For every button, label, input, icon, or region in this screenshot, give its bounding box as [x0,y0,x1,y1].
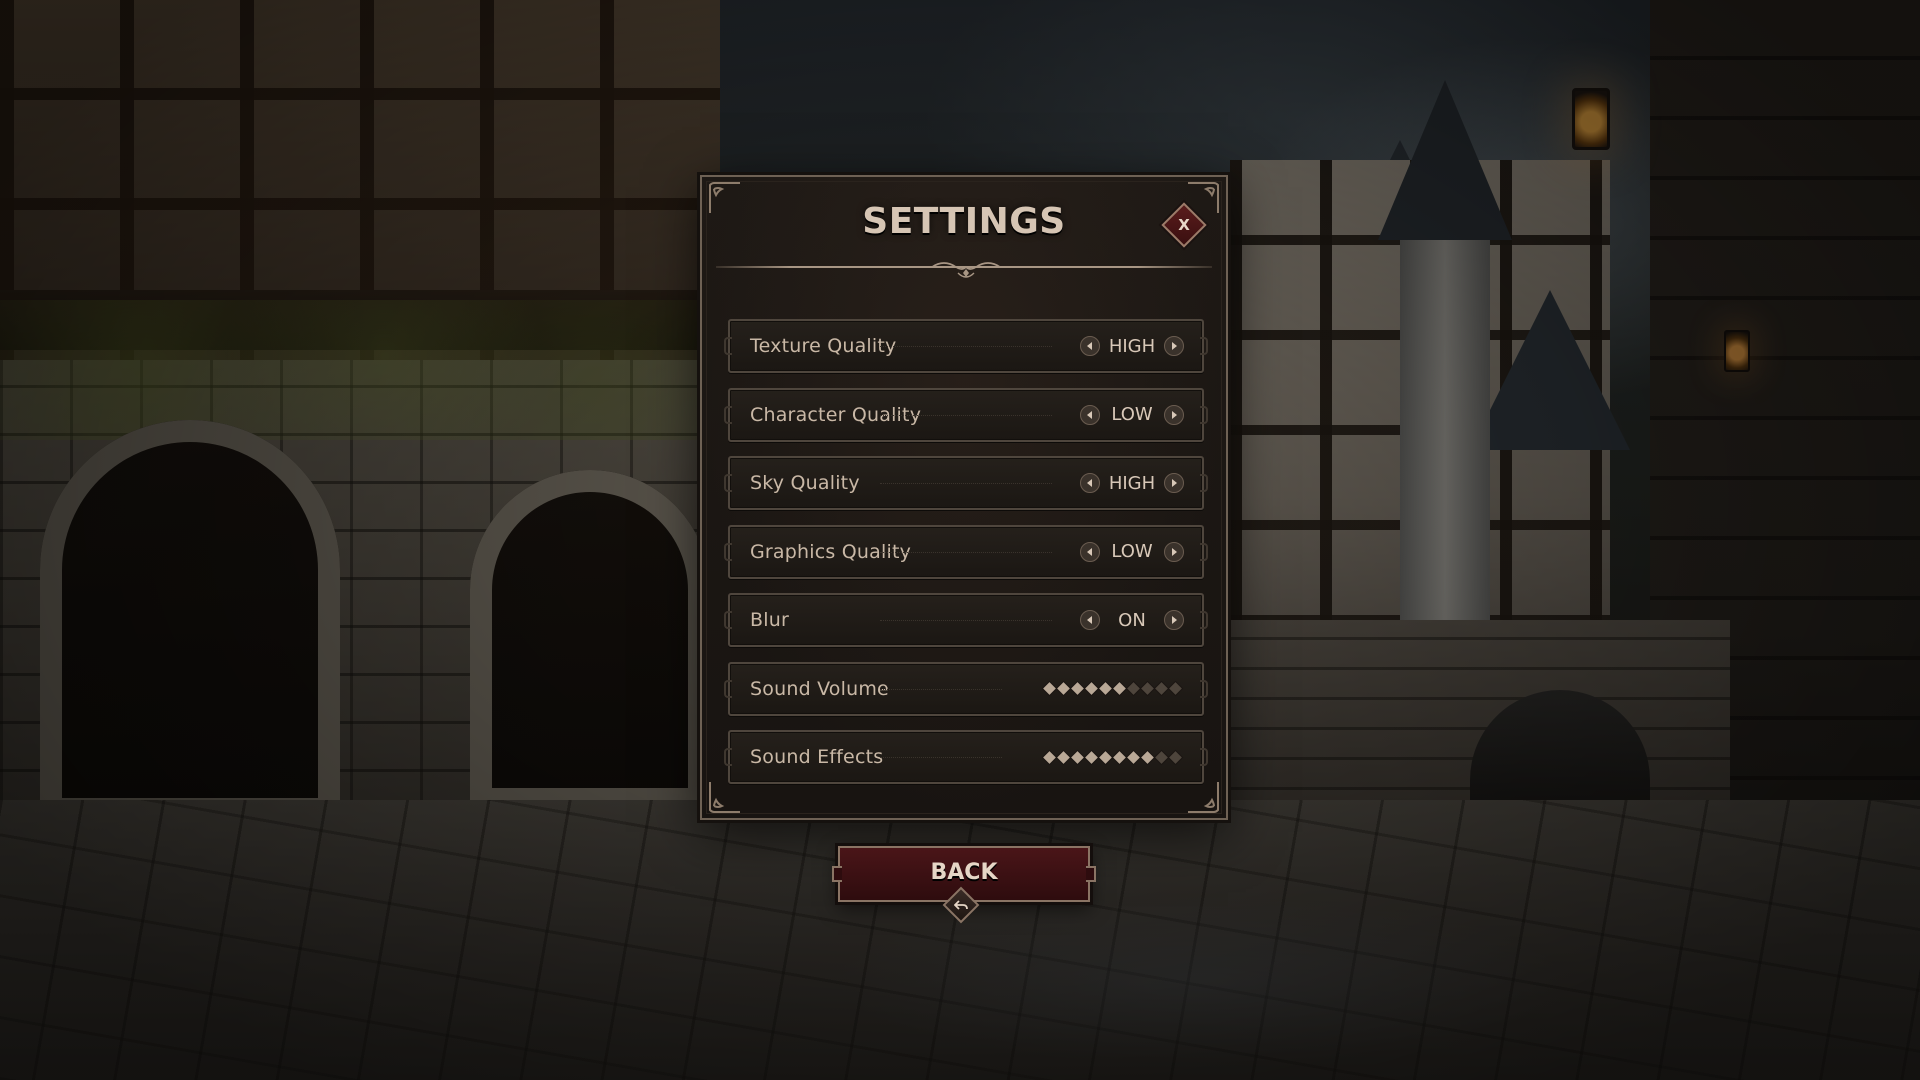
row-divider [880,483,1052,484]
setting-label: Sky Quality [750,472,860,494]
slider-pip[interactable] [1085,750,1098,764]
setting-row-texture-quality[interactable]: Texture Quality HIGH [724,319,1208,373]
option-selector: LOW [1080,527,1184,577]
slider-pip[interactable] [1155,750,1168,764]
settings-panel: SETTINGS X Texture Quality HIGH Characte… [700,175,1228,820]
setting-row-graphics-quality[interactable]: Graphics Quality LOW [724,524,1208,579]
setting-value: HIGH [1108,335,1156,357]
close-icon: X [1178,216,1190,234]
setting-label: Texture Quality [750,335,897,357]
slider-pip[interactable] [1155,682,1168,695]
setting-label: Blur [750,609,789,631]
slider-pip[interactable] [1169,750,1182,764]
slider-pip[interactable] [1127,682,1140,695]
row-divider [880,414,1052,416]
setting-label: Sound Effects [750,746,884,768]
setting-row-character-quality[interactable]: Character Quality LOW [724,387,1208,442]
arrow-left-icon[interactable] [1080,541,1100,562]
arrow-right-icon[interactable] [1164,473,1184,493]
slider-pip[interactable] [1113,682,1126,695]
row-divider [880,346,1052,347]
setting-value: LOW [1111,541,1153,562]
arrow-right-icon[interactable] [1164,541,1184,562]
arrow-left-icon[interactable] [1080,473,1100,493]
slider-pip[interactable] [1071,682,1084,695]
setting-value: LOW [1111,404,1153,425]
setting-value: ON [1118,609,1146,631]
slider-pip[interactable] [1127,750,1140,764]
setting-row-sound-effects[interactable]: Sound Effects [724,730,1208,784]
arrow-left-icon[interactable] [1080,610,1100,630]
option-selector: HIGH [1080,458,1184,508]
option-selector: ON [1080,595,1184,645]
setting-row-sky-quality[interactable]: Sky Quality HIGH [724,456,1208,510]
slider-pip[interactable] [1085,682,1098,695]
option-selector: LOW [1080,390,1184,440]
slider-pip[interactable] [1169,682,1182,695]
slider-pip[interactable] [1099,682,1112,695]
slider-pip[interactable] [1043,750,1056,764]
volume-slider[interactable] [1043,664,1182,714]
slider-pip[interactable] [1141,682,1154,695]
row-divider [880,757,1002,758]
setting-row-sound-volume[interactable]: Sound Volume [724,661,1208,716]
row-divider [880,551,1052,553]
slider-pip[interactable] [1071,750,1084,764]
setting-row-blur[interactable]: Blur ON [724,593,1208,647]
row-divider [880,620,1052,621]
setting-value: HIGH [1108,472,1156,494]
settings-list: Texture Quality HIGH Character Quality L… [724,319,1208,799]
arrow-right-icon[interactable] [1164,404,1184,425]
slider-pip[interactable] [1043,682,1056,695]
effects-slider[interactable] [1043,732,1182,782]
arrow-left-icon[interactable] [1080,336,1100,356]
slider-pip[interactable] [1141,750,1154,764]
flourish-icon [931,262,1001,278]
settings-title: SETTINGS [862,201,1066,242]
slider-pip[interactable] [1057,750,1070,764]
arrow-left-icon[interactable] [1080,404,1100,425]
slider-pip[interactable] [1113,750,1126,764]
option-selector: HIGH [1080,321,1184,371]
slider-pip[interactable] [1099,750,1112,764]
arrow-right-icon[interactable] [1164,610,1184,630]
row-divider [880,688,1002,690]
slider-pip[interactable] [1057,682,1070,695]
setting-label: Sound Volume [750,677,889,700]
arrow-right-icon[interactable] [1164,336,1184,356]
